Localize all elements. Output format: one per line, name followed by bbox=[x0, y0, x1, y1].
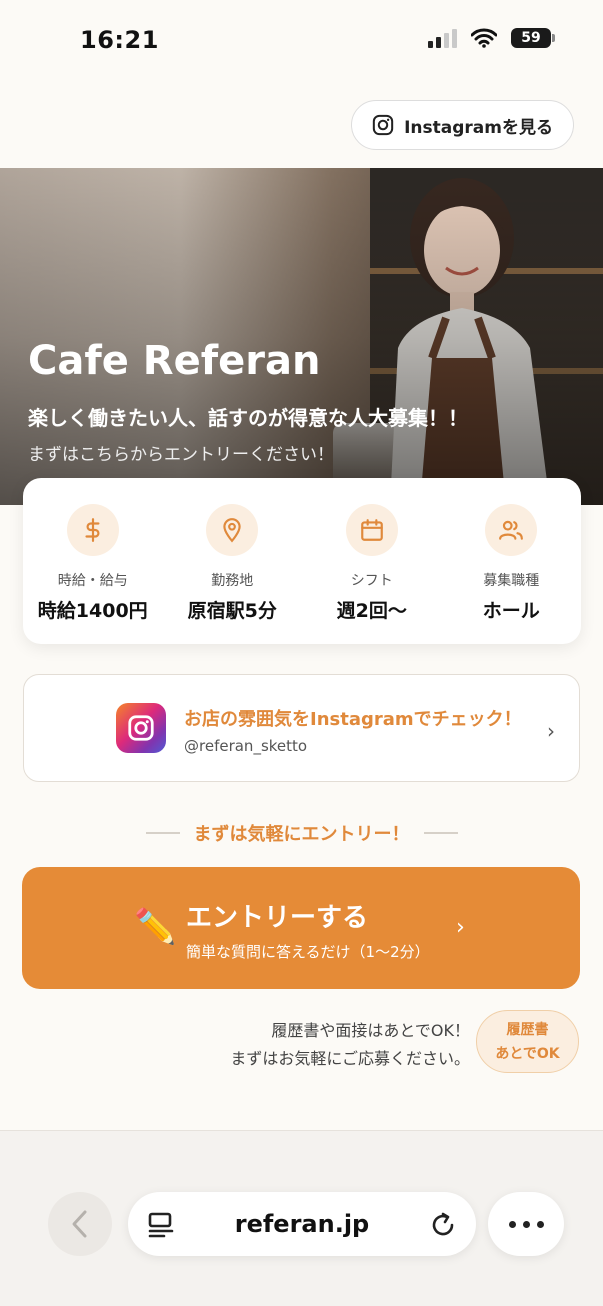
more-options-button[interactable] bbox=[488, 1192, 564, 1256]
job-info-card: 時給・給与 時給1400円 勤務地 原宿駅5分 シフト 週2回〜 募集職種 ホー… bbox=[23, 478, 581, 644]
instagram-icon bbox=[372, 114, 394, 136]
instagram-card[interactable]: お店の雰囲気をInstagramでチェック！ @referan_sketto › bbox=[23, 674, 580, 782]
status-time: 16:21 bbox=[80, 26, 159, 54]
info-label: シフト bbox=[350, 573, 393, 589]
status-icons: 59 bbox=[428, 28, 555, 48]
cellular-signal-icon bbox=[428, 28, 457, 48]
info-item-shift: シフト 週2回〜 bbox=[302, 478, 442, 644]
info-value: ホール bbox=[482, 600, 540, 622]
url-text: referan.jp bbox=[234, 1210, 370, 1238]
more-dot bbox=[536, 1220, 544, 1228]
info-value: 週2回〜 bbox=[336, 600, 407, 622]
battery-icon: 59 bbox=[511, 28, 555, 48]
more-dot bbox=[508, 1220, 516, 1228]
info-label: 勤務地 bbox=[211, 573, 254, 589]
hero-title: Cafe Referan bbox=[28, 338, 321, 384]
info-value: 時給1400円 bbox=[37, 600, 148, 622]
hero-note: まずはこちらからエントリーください！ bbox=[28, 445, 334, 465]
instagram-handle: @referan_sketto bbox=[184, 737, 308, 755]
hero-subtitle: 楽しく働きたい人、話すのが得意な人大募集！！ bbox=[28, 406, 468, 430]
entry-heading-text: まずは気軽にエントリー！ bbox=[193, 824, 410, 845]
reassurance-text: 履歴書や面接はあとでOK！ まずはお気軽にご応募ください。 bbox=[230, 1017, 470, 1073]
reassurance-line2: まずはお気軽にご応募ください。 bbox=[230, 1049, 470, 1068]
entry-button[interactable]: ✏️ エントリーする 簡単な質問に答えるだけ（1〜2分） › bbox=[22, 867, 580, 989]
info-item-location: 勤務地 原宿駅5分 bbox=[163, 478, 303, 644]
status-bar: 16:21 59 bbox=[0, 0, 603, 80]
reassurance-line1: 履歴書や面接はあとでOK！ bbox=[271, 1021, 470, 1040]
location-pin-icon bbox=[223, 518, 241, 543]
back-button[interactable] bbox=[48, 1192, 112, 1256]
info-value: 原宿駅5分 bbox=[187, 600, 277, 622]
address-bar[interactable]: referan.jp bbox=[128, 1192, 476, 1256]
chevron-left-icon bbox=[72, 1210, 87, 1238]
info-item-pay: 時給・給与 時給1400円 bbox=[23, 478, 163, 644]
reload-icon[interactable] bbox=[428, 1210, 458, 1240]
pencil-icon: ✏️ bbox=[134, 907, 177, 947]
wifi-icon bbox=[471, 28, 497, 48]
people-icon bbox=[499, 520, 524, 540]
info-label: 募集職種 bbox=[483, 573, 540, 589]
instagram-link-label: Instagramを見る bbox=[404, 117, 553, 138]
dollar-icon bbox=[85, 518, 100, 542]
instagram-link-button[interactable]: Instagramを見る bbox=[351, 100, 574, 150]
instagram-logo-icon bbox=[116, 703, 166, 753]
resume-later-badge: 履歴書 あとでOK bbox=[476, 1010, 579, 1073]
info-label: 時給・給与 bbox=[57, 573, 128, 589]
entry-button-label: エントリーする bbox=[186, 903, 369, 933]
badge-line2: あとでOK bbox=[495, 1045, 560, 1062]
entry-button-sub: 簡単な質問に答えるだけ（1〜2分） bbox=[186, 943, 430, 961]
calendar-icon bbox=[360, 519, 383, 541]
chevron-right-icon: › bbox=[456, 915, 465, 940]
chevron-right-icon: › bbox=[547, 719, 555, 743]
instagram-card-title: お店の雰囲気をInstagramでチェック！ bbox=[184, 709, 522, 730]
entry-heading: まずは気軽にエントリー！ bbox=[0, 820, 603, 846]
badge-line1: 履歴書 bbox=[506, 1021, 549, 1038]
more-dot bbox=[522, 1220, 530, 1228]
info-item-role: 募集職種 ホール bbox=[442, 478, 582, 644]
